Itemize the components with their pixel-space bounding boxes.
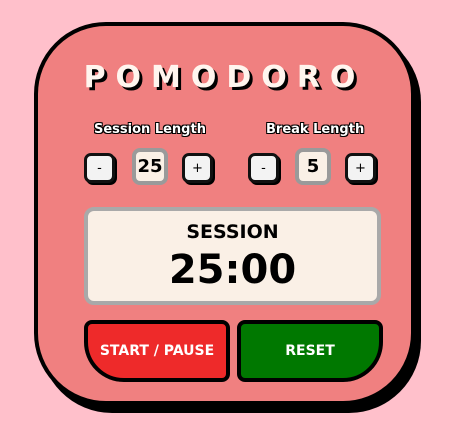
timer-time: 25:00 (168, 247, 297, 293)
session-increment-button[interactable]: + (182, 153, 213, 183)
app-title: POMODORO (83, 60, 366, 95)
break-length-value: 5 (295, 148, 331, 185)
pomodoro-card: POMODORO Session Length Break Length - 2… (34, 22, 415, 405)
reset-button[interactable]: RESET (237, 320, 383, 382)
break-decrement-button[interactable]: - (248, 153, 279, 183)
session-length-label: Session Length (94, 122, 206, 137)
timer-display: SESSION 25:00 (84, 207, 381, 305)
start-pause-button[interactable]: START / PAUSE (84, 320, 230, 382)
session-decrement-button[interactable]: - (84, 153, 115, 183)
break-length-label: Break Length (266, 122, 365, 137)
timer-mode-label: SESSION (186, 221, 279, 243)
break-increment-button[interactable]: + (345, 153, 376, 183)
session-length-value: 25 (132, 148, 168, 185)
